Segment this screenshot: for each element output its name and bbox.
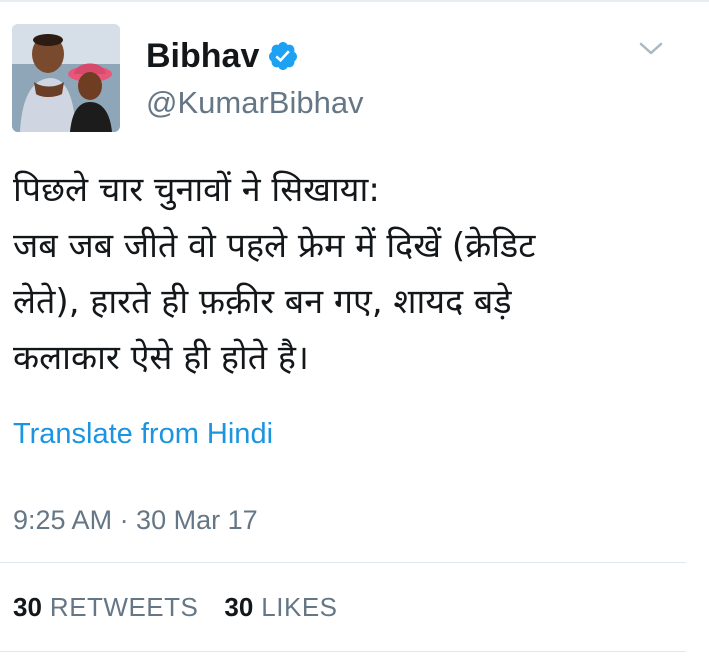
likes-count: 30: [224, 592, 254, 622]
author-display-name[interactable]: Bibhav: [146, 36, 259, 76]
divider-bottom: [0, 651, 686, 652]
retweets-count: 30: [13, 592, 42, 622]
author-name-row[interactable]: Bibhav: [146, 36, 299, 76]
retweets-stat[interactable]: 30 RETWEETS: [13, 590, 198, 624]
tweet-text: पिछले चार चुनावों ने सिखाया: जब जब जीते …: [13, 170, 536, 378]
profile-photo-icon: [12, 24, 120, 132]
divider: [0, 562, 686, 563]
likes-stat[interactable]: 30 LIKES: [224, 590, 337, 624]
top-border: [0, 0, 709, 2]
retweets-label: RETWEETS: [49, 592, 199, 622]
tweet-stats: 30 RETWEETS 30 LIKES: [13, 590, 338, 624]
verified-badge-icon: [267, 40, 299, 72]
tweet-timestamp[interactable]: 9:25 AM · 30 Mar 17: [13, 503, 258, 537]
author-handle[interactable]: @KumarBibhav: [146, 84, 364, 122]
likes-label: LIKES: [261, 592, 338, 622]
translate-link[interactable]: Translate from Hindi: [13, 416, 273, 452]
chevron-down-icon[interactable]: [638, 40, 664, 58]
avatar[interactable]: [12, 24, 120, 132]
